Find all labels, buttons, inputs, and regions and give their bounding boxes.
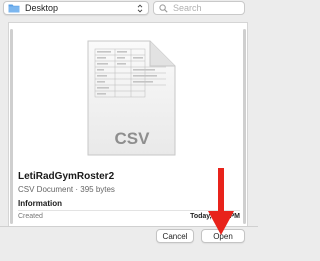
created-label: Created <box>18 213 43 220</box>
location-label: Desktop <box>25 3 59 13</box>
cancel-button[interactable]: Cancel <box>156 229 194 243</box>
folder-icon <box>8 3 20 13</box>
dialog-toolbar: Desktop <box>0 0 258 18</box>
csv-file-icon: CSV <box>86 40 176 156</box>
file-name: LetiRadGymRoster2 <box>18 171 115 182</box>
csv-icon-label: CSV <box>115 129 151 148</box>
scrollbar-right[interactable] <box>243 29 246 224</box>
location-dropdown[interactable]: Desktop <box>3 1 149 15</box>
search-input[interactable] <box>173 3 243 13</box>
up-down-chevron-icon <box>136 3 144 13</box>
information-heading: Information <box>18 199 62 208</box>
search-field[interactable] <box>153 1 245 15</box>
search-icon <box>159 3 168 13</box>
scrollbar-left[interactable] <box>10 29 13 224</box>
file-kind-size: CSV Document · 395 bytes <box>18 185 115 194</box>
red-arrow-annotation-icon <box>207 168 235 236</box>
